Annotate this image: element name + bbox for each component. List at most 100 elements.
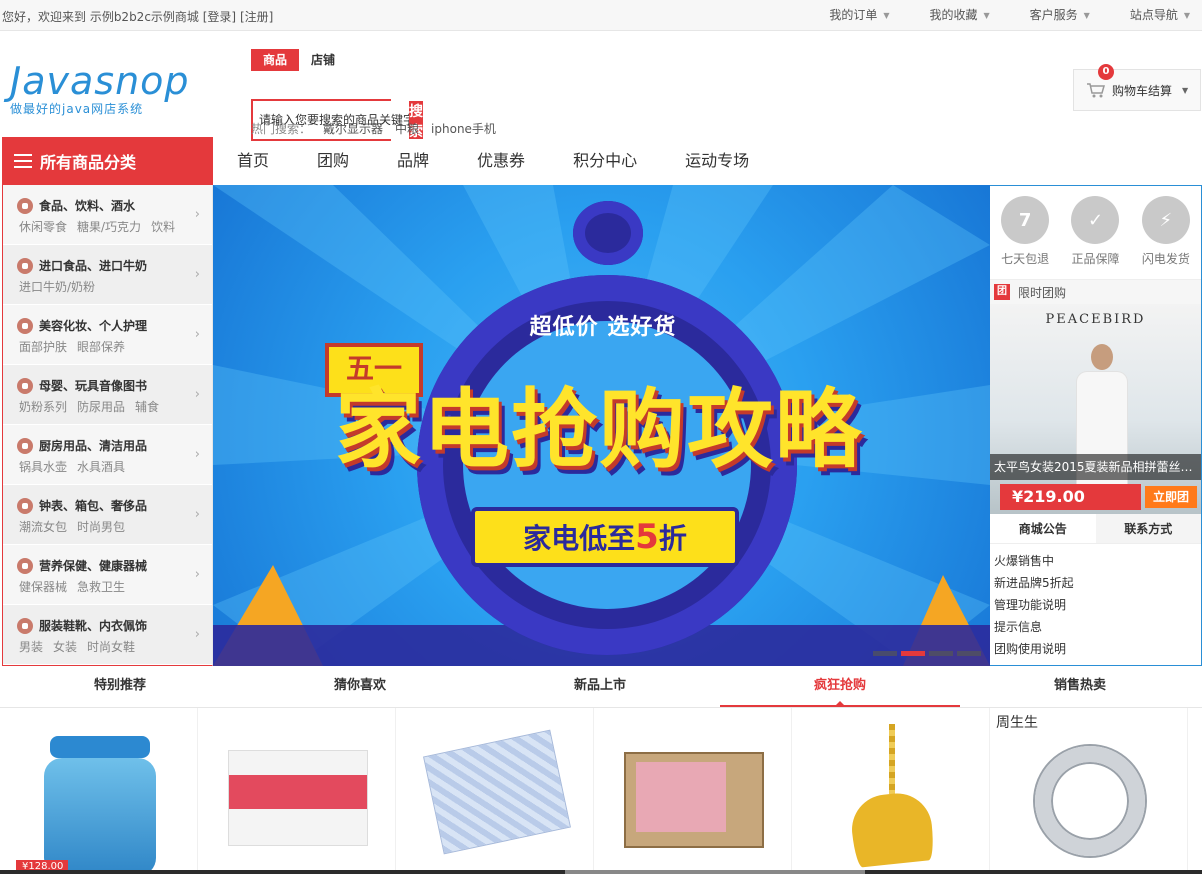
category-item[interactable]: 食品、饮料、酒水 休闲零食 糖果/巧克力 饮料 ›	[3, 185, 212, 245]
subcategory-link[interactable]: 男装	[19, 638, 43, 655]
subcategory-link[interactable]: 面部护肤	[19, 338, 67, 355]
category-subs: 健保器械 急救卫生	[17, 578, 212, 595]
chevron-down-icon: ▼	[1083, 11, 1090, 20]
customer-service-link[interactable]: 客户服务 ▼	[1002, 0, 1102, 31]
main-nav: 首页 团购 品牌 优惠券 积分中心 运动专场	[213, 137, 773, 185]
category-item[interactable]: 厨房用品、清洁用品 锅具水壶 水具酒具 ›	[3, 425, 212, 485]
category-title-text: 厨房用品、清洁用品	[39, 439, 148, 453]
beauty-icon	[17, 317, 33, 334]
category-item[interactable]: 美容化妆、个人护理 面部护肤 眼部保养 ›	[3, 305, 212, 365]
subcategory-link[interactable]: 辅食	[135, 398, 159, 415]
carousel-dot[interactable]	[957, 651, 981, 656]
subcategory-link[interactable]: 眼部保养	[77, 338, 125, 355]
promo-banner[interactable]: 超低价 选好货 五一 家电抢购攻略 家电低至5折	[213, 185, 990, 666]
notice-item[interactable]: 新进品牌5折起	[994, 572, 1197, 594]
chevron-right-icon: ›	[194, 267, 200, 282]
subcategory-link[interactable]: 水具酒具	[77, 458, 125, 475]
tab-announcements[interactable]: 商城公告	[990, 514, 1096, 543]
subcategory-link[interactable]: 健保器械	[19, 578, 67, 595]
cart-icon	[1087, 83, 1105, 98]
category-item[interactable]: 母婴、玩具音像图书 奶粉系列 防尿用品 辅食 ›	[3, 365, 212, 425]
guarantee-fast-delivery[interactable]: ⚡ 闪电发货	[1141, 196, 1190, 279]
hot-keyword[interactable]: iphone手机	[431, 120, 496, 137]
category-item[interactable]: 进口食品、进口牛奶 进口牛奶/奶粉 ›	[3, 245, 212, 305]
category-item[interactable]: 营养保健、健康器械 健保器械 急救卫生 ›	[3, 545, 212, 605]
subcategory-link[interactable]: 进口牛奶/奶粉	[19, 278, 95, 295]
my-orders-link[interactable]: 我的订单 ▼	[801, 0, 901, 31]
hot-keyword[interactable]: 中粮	[395, 120, 419, 137]
tab-best-sellers[interactable]: 销售热卖	[960, 672, 1200, 707]
carousel-dot[interactable]	[873, 651, 897, 656]
subcategory-link[interactable]: 休闲零食	[19, 218, 67, 235]
chevron-right-icon: ›	[194, 567, 200, 582]
guarantee-label: 闪电发货	[1141, 252, 1190, 266]
product-card[interactable]: ¥128.00	[0, 708, 198, 874]
subcategory-link[interactable]: 防尿用品	[77, 398, 125, 415]
nav-home[interactable]: 首页	[213, 137, 293, 185]
nav-points-center[interactable]: 积分中心	[549, 137, 661, 185]
product-card[interactable]	[396, 708, 594, 874]
top-bar: 您好，欢迎来到 示例b2b2c示例商城 [登录] [注册] 我的订单 ▼ 我的收藏…	[0, 0, 1202, 31]
hot-keyword[interactable]: 戴尔显示器	[323, 120, 383, 137]
group-buy-badge: 团	[994, 284, 1010, 300]
subcategory-link[interactable]: 潮流女包	[19, 518, 67, 535]
shield-icon: ✓	[1071, 196, 1120, 244]
subcategory-link[interactable]: 锅具水壶	[19, 458, 67, 475]
group-buy-button[interactable]: 立即团	[1144, 486, 1197, 508]
category-title: 进口食品、进口牛奶	[17, 257, 212, 274]
subcategory-link[interactable]: 奶粉系列	[19, 398, 67, 415]
notice-item[interactable]: 火爆销售中	[994, 550, 1197, 572]
kitchen-icon	[17, 437, 33, 454]
tab-you-may-like[interactable]: 猜你喜欢	[240, 672, 480, 707]
my-favorites-link[interactable]: 我的收藏 ▼	[901, 0, 1001, 31]
nav-sports[interactable]: 运动专场	[661, 137, 773, 185]
group-buy-title[interactable]: 太平鸟女装2015夏装新品相拼蕾丝…	[990, 454, 1201, 480]
search-tab-goods[interactable]: 商品	[251, 49, 300, 71]
subcategory-link[interactable]: 糖果/巧克力	[77, 218, 141, 235]
guarantee-authentic[interactable]: ✓ 正品保障	[1071, 196, 1120, 279]
category-item[interactable]: 服装鞋靴、内衣佩饰 男装 女装 时尚女鞋 ›	[3, 605, 212, 665]
all-categories-button[interactable]: 所有商品分类	[2, 137, 213, 185]
product-card[interactable]	[792, 708, 990, 874]
notice-item[interactable]: 团购使用说明	[994, 638, 1197, 660]
tab-new-arrivals[interactable]: 新品上市	[480, 672, 720, 707]
tab-contact[interactable]: 联系方式	[1095, 514, 1201, 543]
horizontal-scrollbar[interactable]	[0, 870, 1202, 874]
category-item[interactable]: 钟表、箱包、奢侈品 潮流女包 时尚男包 ›	[3, 485, 212, 545]
search-tabs: 商品 店铺	[251, 49, 691, 71]
group-buy-product[interactable]: PEACEBIRD 太平鸟女装2015夏装新品相拼蕾丝… ¥219.00 立即团	[990, 304, 1201, 514]
site-logo[interactable]: Javasnop 做最好的java网店系统	[10, 62, 230, 118]
notice-item[interactable]: 提示信息	[994, 616, 1197, 638]
product-tabs: 特别推荐 猜你喜欢 新品上市 疯狂抢购 销售热卖	[0, 672, 1202, 708]
category-subs: 奶粉系列 防尿用品 辅食	[17, 398, 212, 415]
notice-item[interactable]: 管理功能说明	[994, 594, 1197, 616]
nav-group-buy[interactable]: 团购	[293, 137, 373, 185]
product-card[interactable]: 周生生	[990, 708, 1188, 874]
site-nav-link[interactable]: 站点导航 ▼	[1102, 0, 1202, 31]
register-link[interactable]: [注册]	[240, 10, 273, 24]
subcategory-link[interactable]: 女装	[53, 638, 77, 655]
category-title: 钟表、箱包、奢侈品	[17, 497, 212, 514]
subcategory-link[interactable]: 饮料	[151, 218, 175, 235]
search-tab-shops[interactable]: 店铺	[299, 49, 347, 71]
product-card[interactable]	[594, 708, 792, 874]
carousel-dot[interactable]	[929, 651, 953, 656]
subcategory-link[interactable]: 急救卫生	[77, 578, 125, 595]
scrollbar-thumb[interactable]	[565, 870, 865, 874]
nav-coupons[interactable]: 优惠券	[453, 137, 549, 185]
category-title: 母婴、玩具音像图书	[17, 377, 212, 394]
carousel-dot-active[interactable]	[901, 651, 925, 656]
tab-special-recommend[interactable]: 特别推荐	[0, 672, 240, 707]
tab-flash-sale[interactable]: 疯狂抢购	[720, 672, 960, 707]
guarantee-label: 七天包退	[1001, 252, 1050, 266]
cart-button[interactable]: 0 购物车结算 ▼	[1073, 64, 1201, 111]
guarantee-seven-day-return[interactable]: 7 七天包退	[1001, 196, 1049, 279]
category-title-text: 母婴、玩具音像图书	[39, 379, 148, 393]
subcategory-link[interactable]: 时尚男包	[77, 518, 125, 535]
nav-brands[interactable]: 品牌	[373, 137, 453, 185]
subcategory-link[interactable]: 时尚女鞋	[87, 638, 135, 655]
truck-icon: ⚡	[1141, 196, 1190, 244]
login-link[interactable]: [登录]	[203, 10, 236, 24]
category-title: 营养保健、健康器械	[17, 557, 212, 574]
product-card[interactable]	[198, 708, 396, 874]
